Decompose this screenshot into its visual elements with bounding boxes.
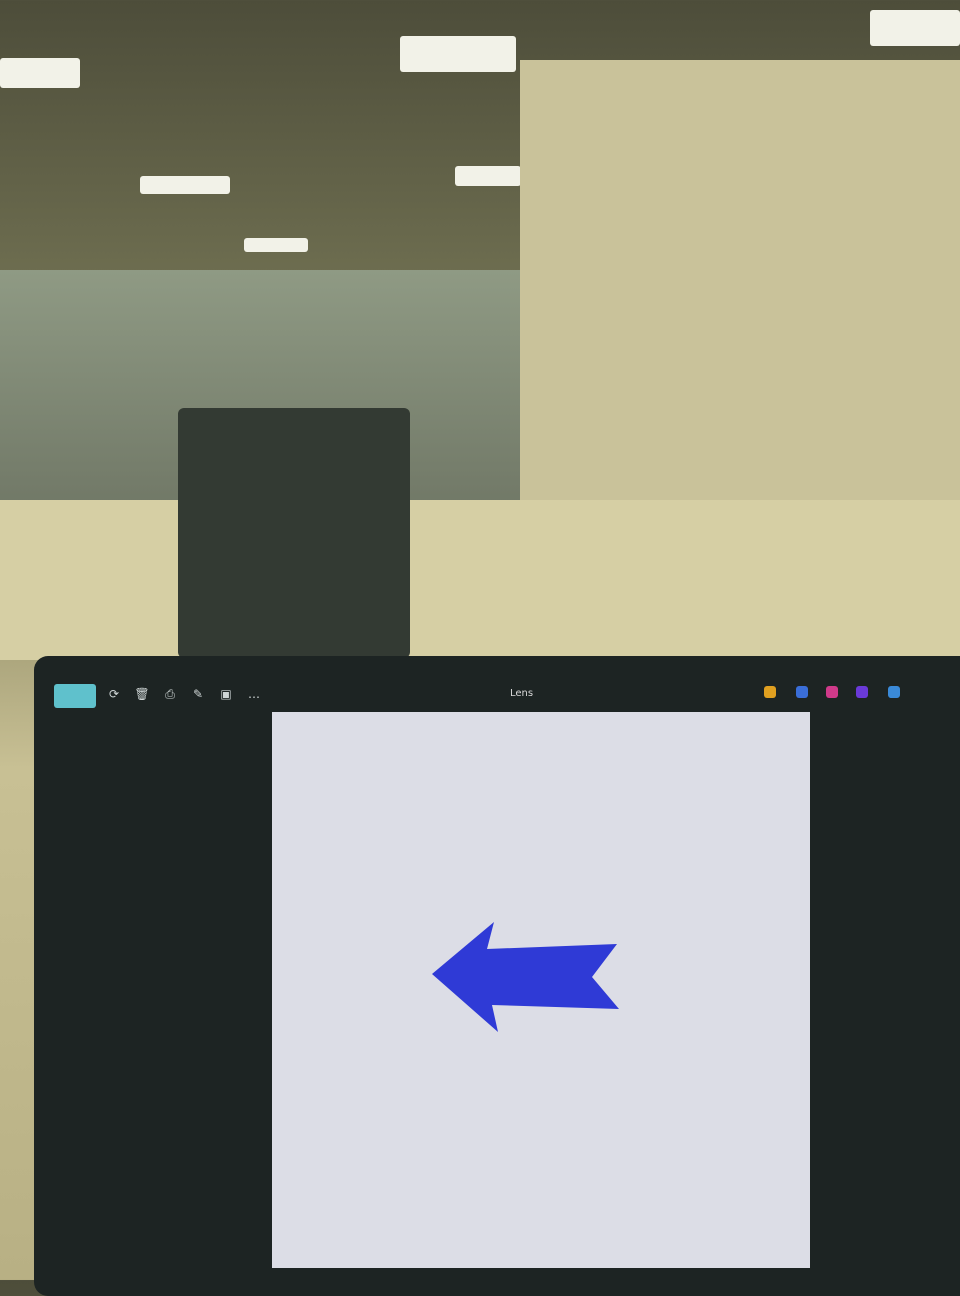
crop-icon[interactable]: ▣ <box>218 686 234 702</box>
more-icon[interactable]: … <box>246 686 262 702</box>
edit-icon[interactable]: ✎ <box>190 686 206 702</box>
desk <box>0 500 960 660</box>
ceiling-light <box>244 238 308 252</box>
ceiling-light <box>140 176 230 194</box>
tablet-screen: ⟳ 🗑 ⎙ ✎ ▣ … Lens <box>34 656 960 1296</box>
app-toolbar: ⟳ 🗑 ⎙ ✎ ▣ … Lens <box>54 684 954 714</box>
print-icon[interactable]: ⎙ <box>162 686 178 702</box>
app-swatch-4[interactable] <box>856 686 868 698</box>
delete-icon[interactable]: 🗑 <box>134 686 150 702</box>
app-swatch-5[interactable] <box>888 686 900 698</box>
app-swatch-2[interactable] <box>796 686 808 698</box>
ceiling-light <box>455 166 521 186</box>
app-swatch-3[interactable] <box>826 686 838 698</box>
wall-panel <box>520 60 960 540</box>
window-title: Lens <box>510 688 534 699</box>
ceiling-light <box>400 36 516 72</box>
app-swatch-1[interactable] <box>764 686 776 698</box>
view-mode-button[interactable] <box>54 684 96 708</box>
arrow-left-icon <box>432 922 619 1032</box>
image-canvas <box>272 712 810 1268</box>
ceiling-light <box>0 58 80 88</box>
rotate-icon[interactable]: ⟳ <box>106 686 122 702</box>
ceiling-light <box>870 10 960 46</box>
office-chair <box>178 408 410 658</box>
